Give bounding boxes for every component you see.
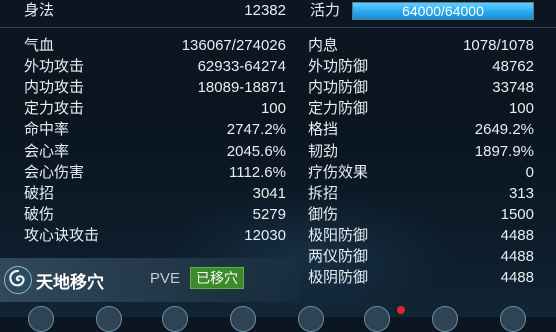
stat-row: 内功攻击 18089-18871 [24, 78, 286, 98]
stat-row: 外功攻击 62933-64274 [24, 57, 286, 77]
stat-value: 5279 [252, 205, 286, 223]
stat-label: 外功防御 [308, 58, 369, 76]
stat-row: 格挡 2649.2% [308, 120, 534, 140]
stat-row: 极阳防御 4488 [308, 226, 534, 246]
stat-row: 气血 136067/274026 [24, 36, 286, 56]
stat-row: 疗伤效果 0 [308, 163, 534, 183]
bottom-skill-icon[interactable] [500, 306, 526, 332]
stat-value: 48762 [492, 58, 534, 76]
stat-value: 1112.6% [229, 163, 286, 181]
stat-label: 极阳防御 [308, 226, 369, 244]
stat-row: 命中率 2747.2% [24, 120, 286, 140]
vitality-bar: 64000/64000 [352, 2, 534, 20]
divider [0, 27, 556, 28]
stat-label: 御伤 [308, 205, 339, 223]
bottom-skill-icon[interactable] [364, 306, 390, 332]
stat-label: 攻心诀攻击 [24, 226, 100, 244]
stat-row: 御伤 1500 [308, 205, 534, 225]
stat-value: 100 [260, 100, 286, 118]
stat-label: 格挡 [308, 121, 339, 139]
stat-value: 0 [525, 163, 534, 181]
stat-row: 拆招 313 [308, 184, 534, 204]
stat-row: 破招 3041 [24, 184, 286, 204]
stat-value: 4488 [500, 269, 534, 287]
stat-label: 破招 [24, 184, 55, 202]
stat-label: 韧劲 [308, 142, 339, 160]
bottom-skill-icon[interactable] [96, 306, 122, 332]
stat-value: 136067/274026 [181, 37, 286, 54]
stat-label: 定力防御 [308, 100, 369, 118]
stat-label: 拆招 [308, 184, 339, 202]
stat-value: 33748 [492, 79, 534, 97]
stat-value: 4488 [500, 226, 534, 244]
stat-row: 内息 1078/1078 [308, 36, 534, 56]
travel-name: 天地移穴 [36, 273, 104, 293]
stat-value: 313 [508, 184, 534, 202]
stat-row: 韧劲 1897.9% [308, 142, 534, 162]
stat-value: 100 [508, 100, 534, 118]
stat-value: 1078/1078 [463, 37, 534, 54]
stat-value: 4488 [500, 248, 534, 265]
stat-label: 外功攻击 [24, 58, 85, 76]
vitality-label: 活力 [310, 2, 341, 19]
stat-value: 12382 [244, 2, 286, 19]
stat-value: 12030 [244, 226, 286, 244]
stat-value: 3041 [252, 184, 286, 202]
bottom-skill-icon[interactable] [28, 306, 54, 332]
stat-row: 定力攻击 100 [24, 99, 286, 119]
stat-label: 身法 [24, 2, 55, 19]
stat-label: 破伤 [24, 205, 55, 223]
stat-row: 会心伤害 1112.6% [24, 163, 286, 183]
stat-row: 定力防御 100 [308, 99, 534, 119]
stat-row: 两仪防御 4488 [308, 247, 534, 267]
stat-label: 内功攻击 [24, 79, 85, 97]
stat-label: 两仪防御 [308, 248, 369, 265]
bottom-skill-icon[interactable] [432, 306, 458, 332]
bottom-skill-icon[interactable] [230, 306, 256, 332]
stat-label: 会心伤害 [24, 163, 85, 181]
bottom-skill-icon[interactable] [298, 306, 324, 332]
stat-row: 内功防御 33748 [308, 78, 534, 98]
stat-row-vitality: 活力 [310, 1, 350, 21]
travel-panel: 天地移穴 PVE 已移穴 [0, 258, 300, 302]
stat-row: 会心率 2045.6% [24, 142, 286, 162]
mode-label: PVE [150, 270, 181, 287]
stat-value: 1897.9% [474, 142, 534, 160]
stat-label: 极阴防御 [308, 269, 369, 287]
stat-label: 定力攻击 [24, 100, 85, 118]
stat-row-agility: 身法 12382 [24, 1, 286, 21]
stat-value: 2045.6% [226, 142, 286, 160]
stat-label: 会心率 [24, 142, 70, 160]
stat-label: 内功防御 [308, 79, 369, 97]
moved-status-button[interactable]: 已移穴 [190, 267, 244, 289]
stat-value: 62933-64274 [197, 58, 286, 76]
bottom-skill-icon[interactable] [162, 306, 188, 332]
swirl-icon [4, 266, 32, 294]
stat-label: 气血 [24, 37, 55, 54]
vitality-value: 64000/64000 [402, 3, 484, 19]
stat-value: 18089-18871 [197, 79, 286, 97]
stat-row: 极阴防御 4488 [308, 268, 534, 288]
notification-dot [397, 306, 405, 314]
stat-value: 1500 [500, 205, 534, 223]
stat-value: 2747.2% [226, 121, 286, 139]
stat-row: 外功防御 48762 [308, 57, 534, 77]
stat-label: 内息 [308, 37, 339, 54]
stat-row: 攻心诀攻击 12030 [24, 226, 286, 246]
stat-label: 命中率 [24, 121, 70, 139]
stat-row: 破伤 5279 [24, 205, 286, 225]
stat-value: 2649.2% [474, 121, 534, 139]
stat-label: 疗伤效果 [308, 163, 369, 181]
